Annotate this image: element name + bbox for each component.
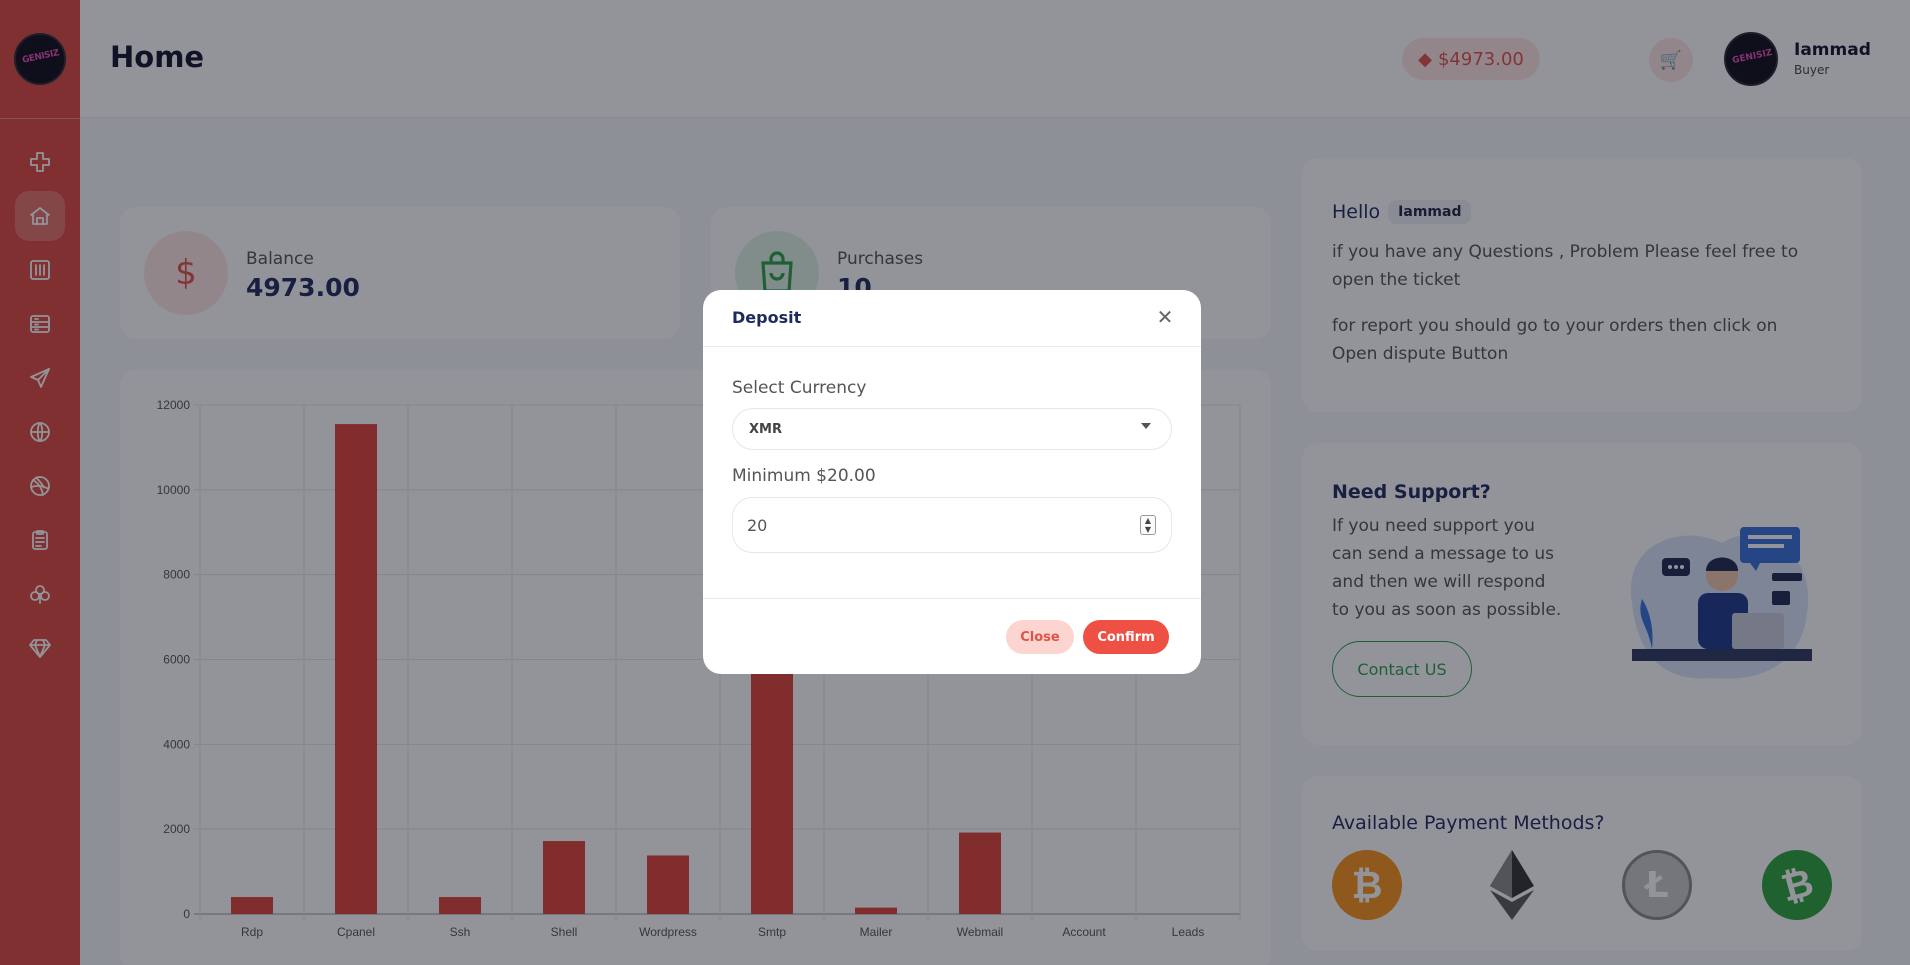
amount-stepper[interactable]: ▲ ▼: [1140, 515, 1156, 535]
minimum-label: Minimum $20.00: [732, 466, 876, 486]
chevron-down-icon: [1141, 423, 1151, 429]
modal-title: Deposit: [732, 308, 802, 327]
currency-select-value: XMR: [749, 421, 782, 437]
currency-label: Select Currency: [732, 378, 867, 398]
modal-header-divider: [703, 346, 1201, 347]
stepper-up-icon: ▲: [1144, 516, 1152, 525]
modal-footer-divider: [703, 598, 1201, 599]
close-icon[interactable]: ✕: [1154, 306, 1176, 328]
currency-select[interactable]: XMR: [732, 408, 1172, 450]
confirm-button[interactable]: Confirm: [1083, 620, 1169, 654]
amount-input[interactable]: [732, 497, 1172, 553]
close-button[interactable]: Close: [1006, 620, 1074, 654]
stepper-down-icon: ▼: [1144, 525, 1152, 534]
deposit-modal: Deposit ✕ Select Currency XMR Minimum $2…: [703, 290, 1201, 674]
